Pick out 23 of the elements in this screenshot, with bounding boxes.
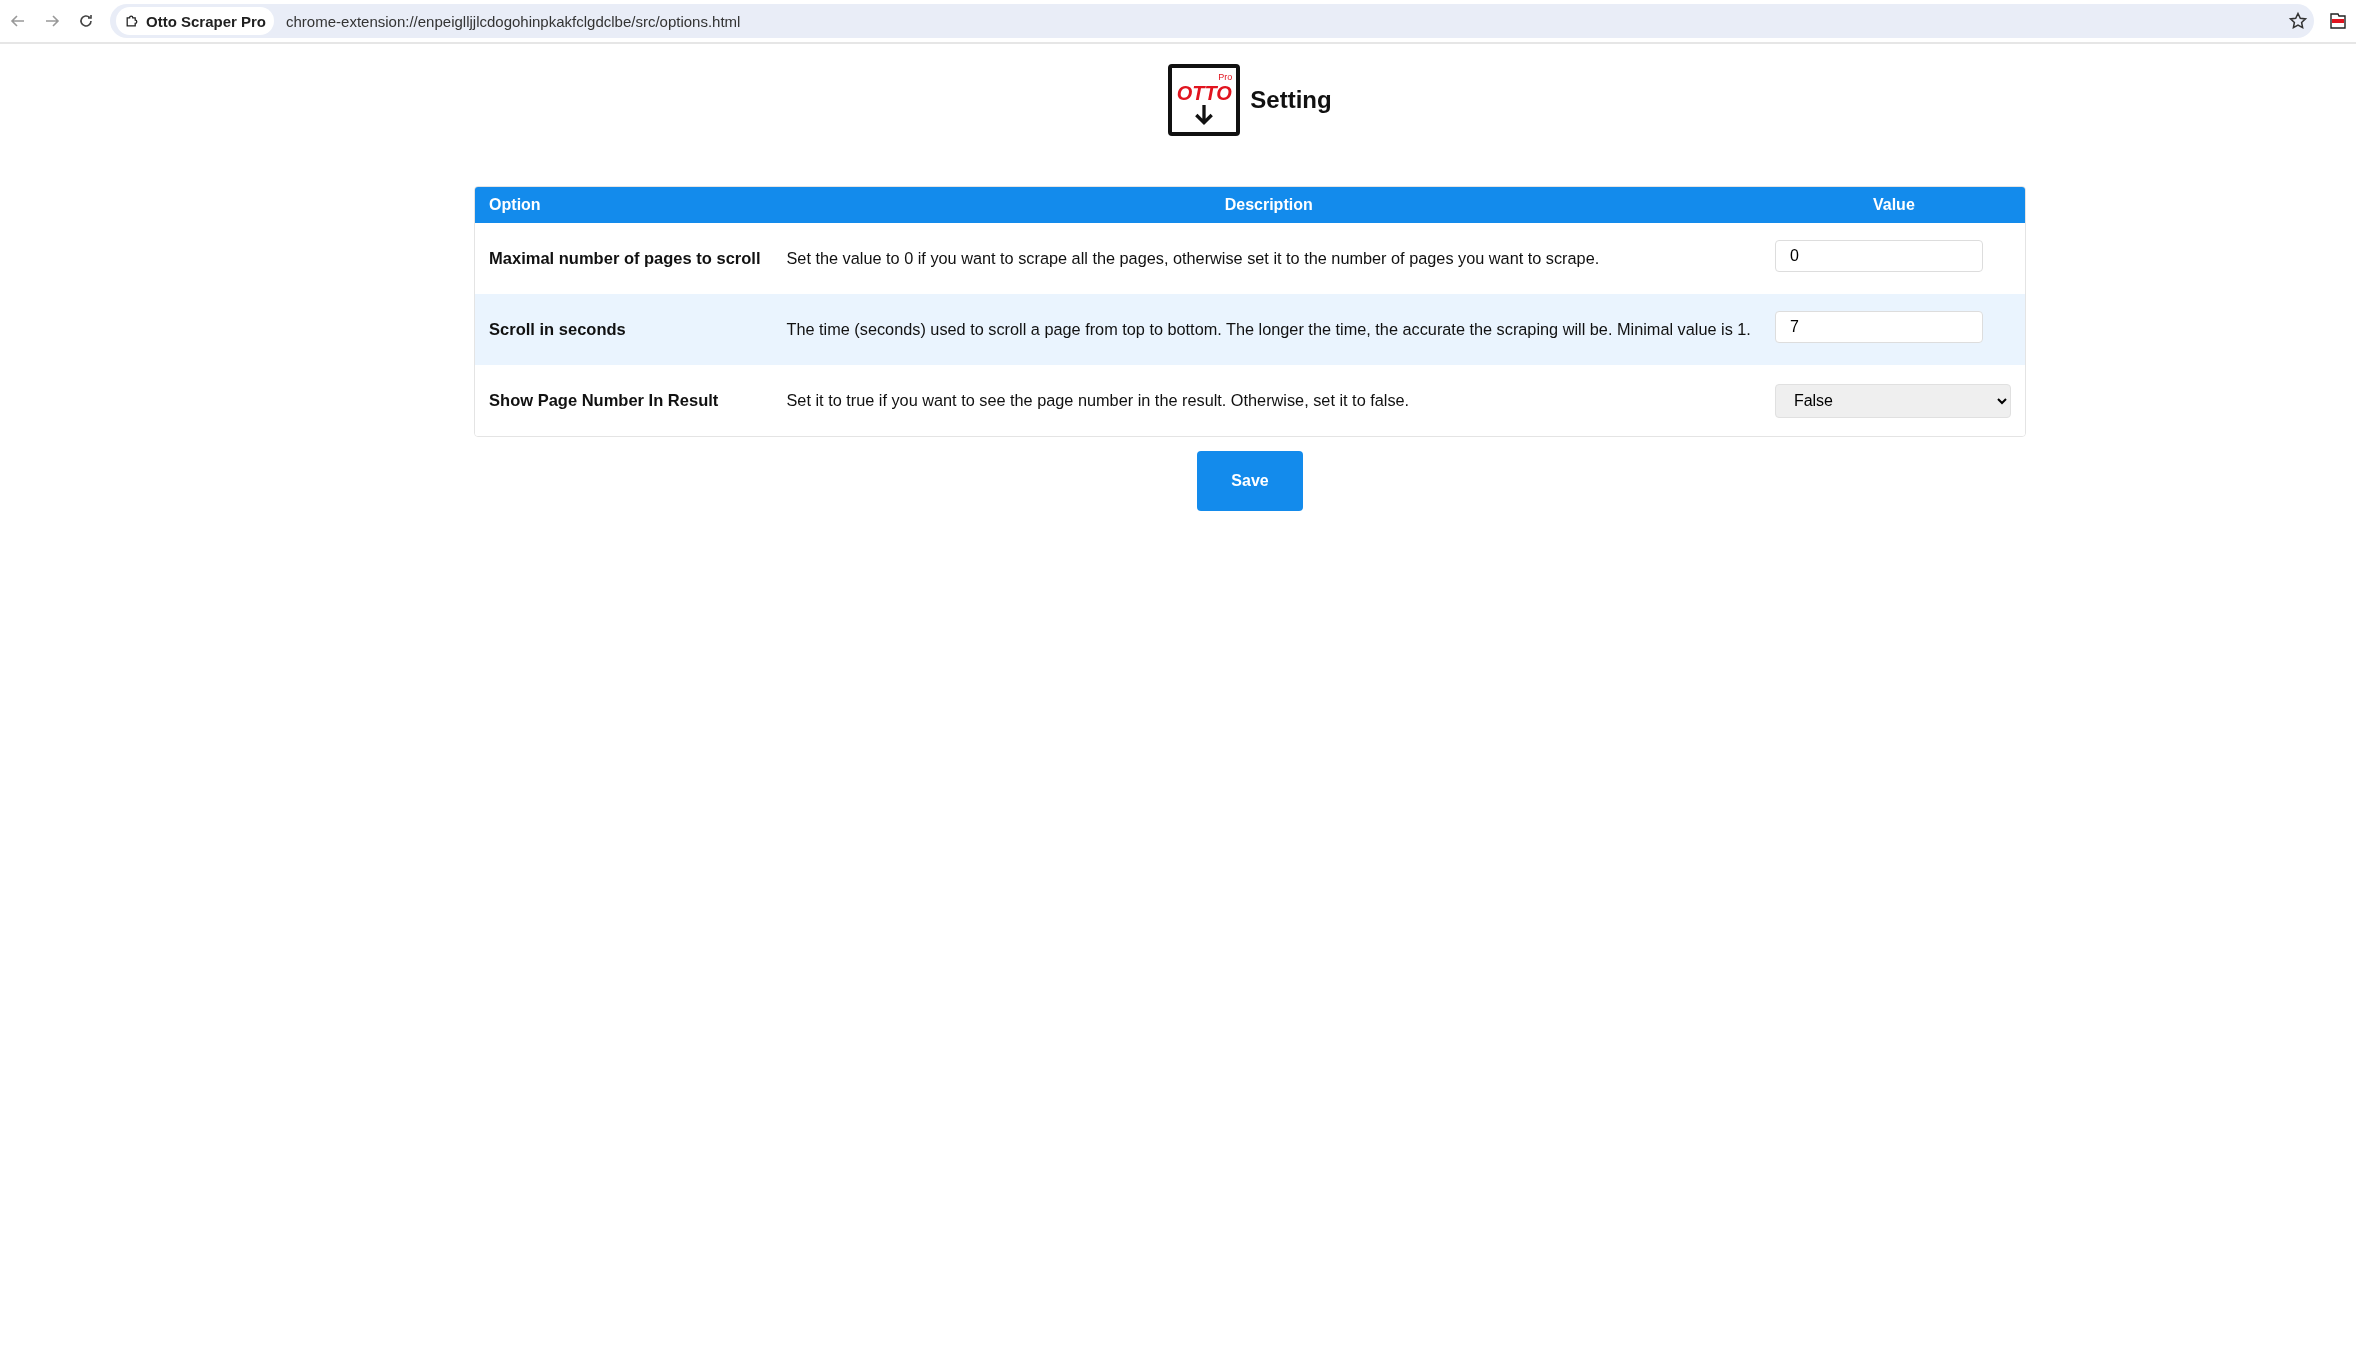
logo-pro-label: Pro	[1218, 72, 1233, 82]
column-header: Option	[475, 187, 775, 223]
value-input[interactable]: 0	[1774, 239, 1983, 272]
column-header: Value	[1762, 187, 2025, 223]
save-button[interactable]: Save	[1197, 451, 1303, 511]
extension-icon	[124, 13, 140, 29]
option-description: Set it to true if you want to see the page number in the result. Otherwise, set it to false.	[785, 390, 1411, 411]
down-arrow-icon	[1193, 104, 1216, 126]
option-description: Set the value to 0 if you want to scrape all the pages, otherwise set it to the number of pages you want to scrape.	[785, 248, 1601, 269]
page-title: Setting	[1250, 86, 1332, 114]
url-text: chrome-extension://enpeiglljjlcdogohinpkakfclgdclbe/src/options.html	[286, 12, 742, 30]
option-name: Show Page Number In Result	[488, 390, 720, 411]
site-info-chip[interactable]: Otto Scraper Pro	[116, 7, 275, 35]
option-description: The time (seconds) used to scroll a page from top to bottom. The longer the time, the accurate the scraping will be. Minimal value is 1.	[785, 319, 1752, 340]
option-name: Scroll in seconds	[488, 319, 627, 340]
value-dropdown[interactable]: False	[1774, 383, 2011, 418]
option-name: Maximal number of pages to scroll	[488, 248, 762, 269]
folder-extension-icon[interactable]	[2328, 11, 2348, 31]
column-header: Description	[774, 187, 1763, 223]
star-icon[interactable]	[2288, 11, 2308, 31]
value-input[interactable]: 7	[1774, 310, 1983, 343]
site-name: Otto Scraper Pro	[146, 12, 267, 30]
address-bar[interactable]: Otto Scraper Pro chrome-extension://enpeiglljjlcdogohinpkakfclgdclbe/src/options.html	[110, 4, 2314, 38]
